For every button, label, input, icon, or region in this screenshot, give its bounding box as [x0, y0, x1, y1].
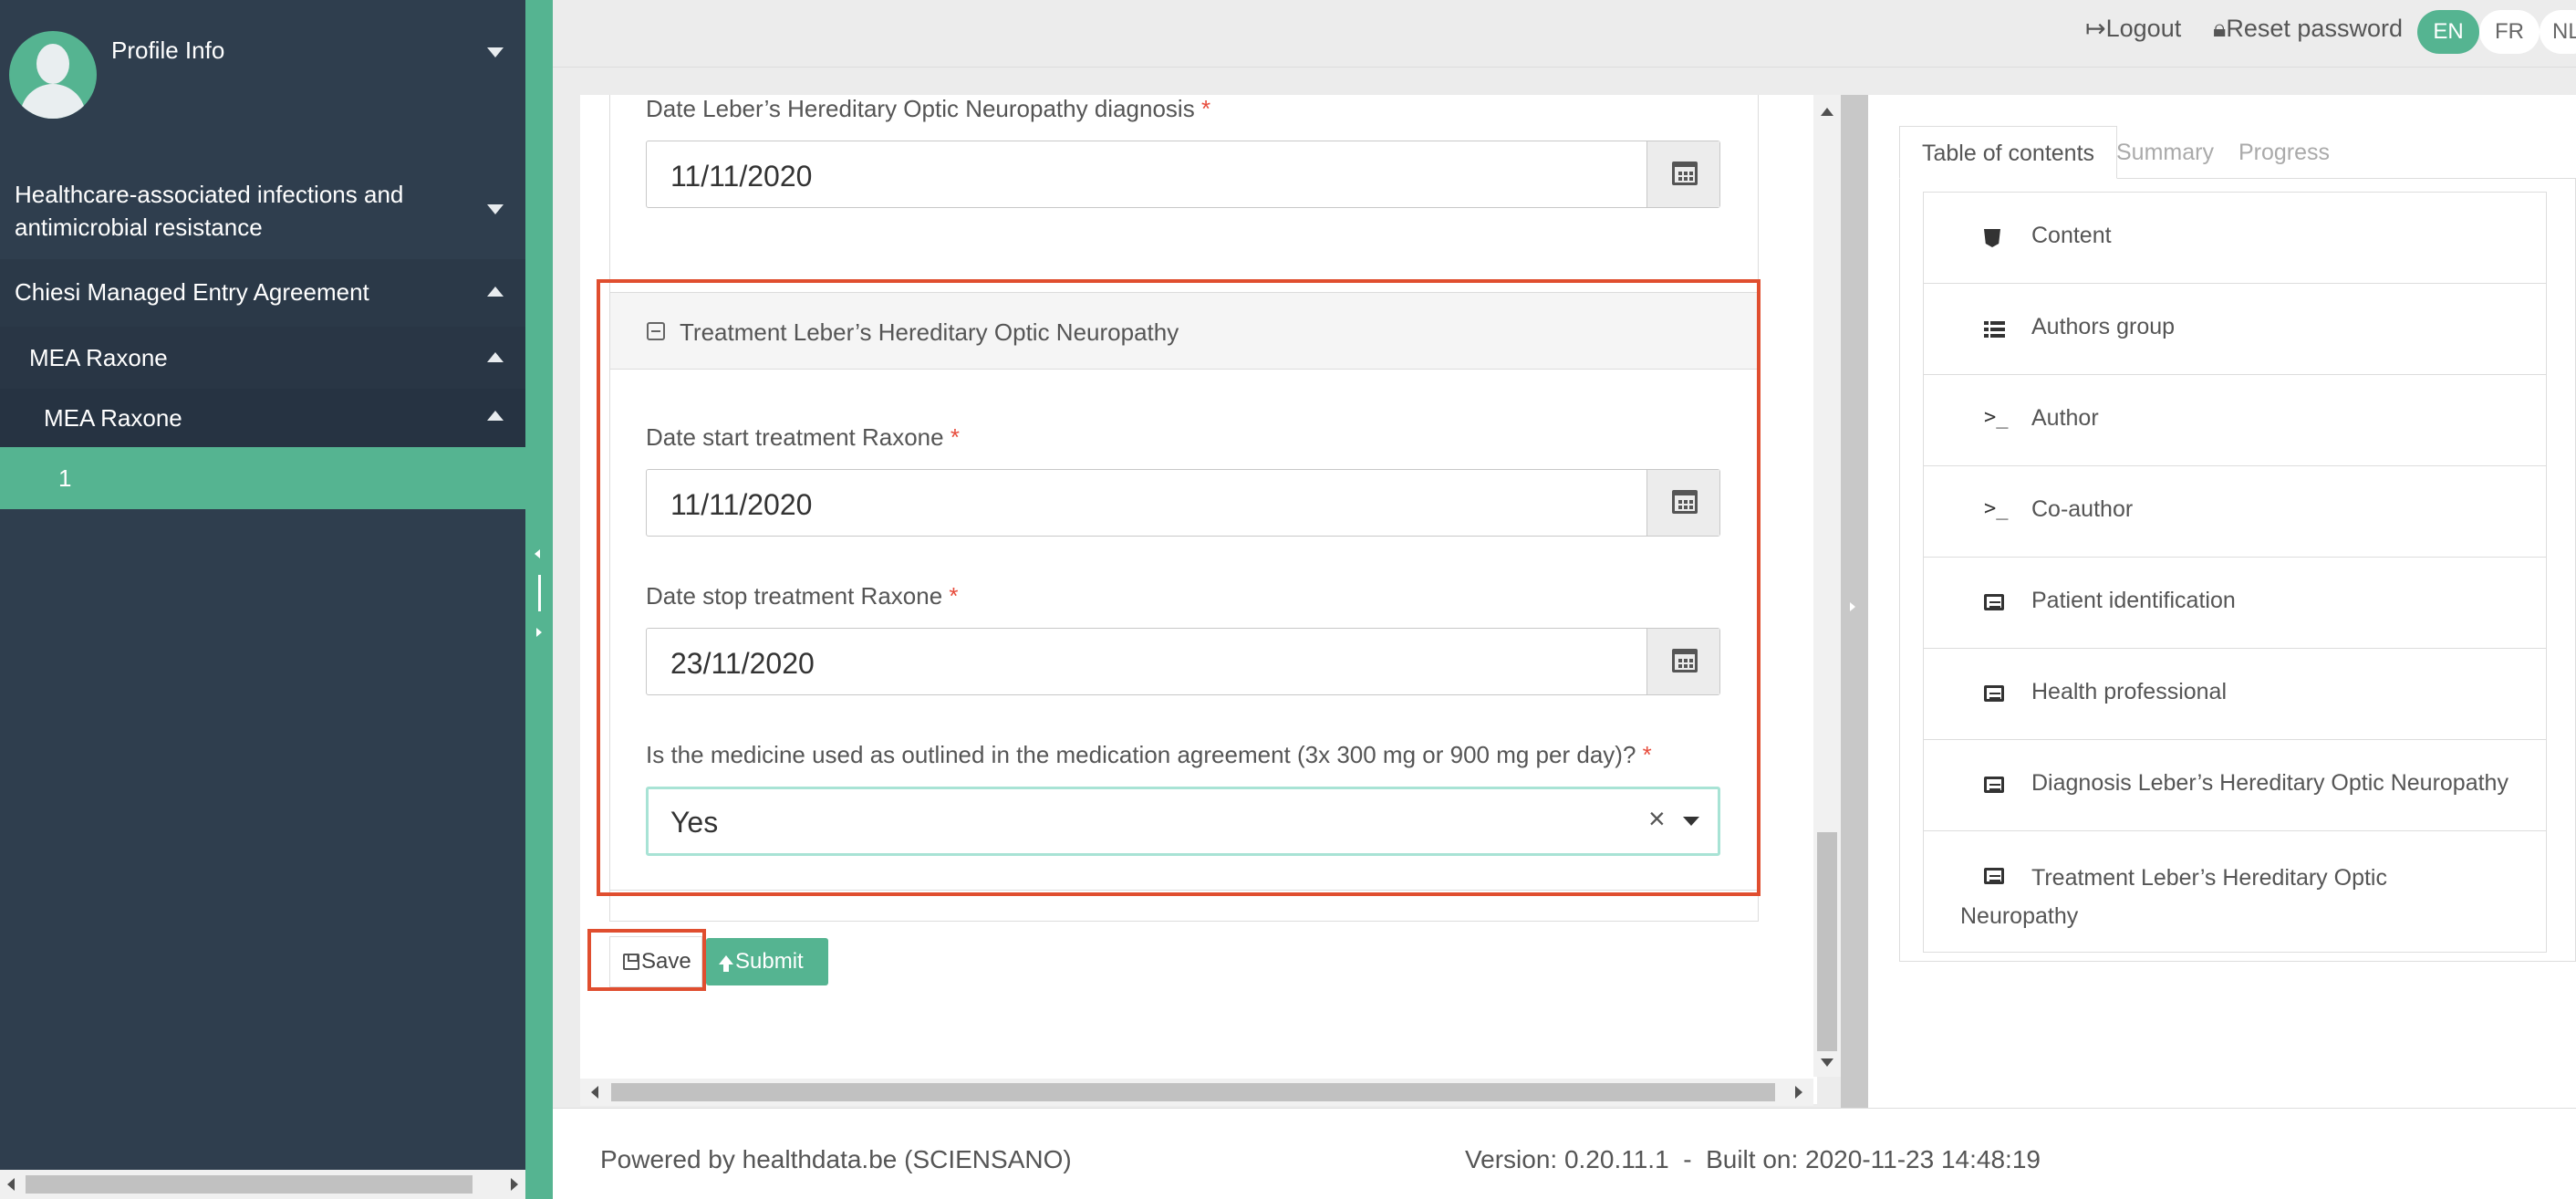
reset-password-link[interactable]: 🔒︎Reset password: [2213, 15, 2403, 44]
avatar: [9, 31, 97, 119]
diagnosis-date-field[interactable]: 11/11/2020: [646, 141, 1720, 208]
calendar-icon: [1672, 162, 1698, 185]
language-fr-button[interactable]: FR: [2479, 10, 2540, 54]
tab-summary[interactable]: Summary: [2094, 126, 2236, 179]
scroll-down-icon[interactable]: [1821, 1058, 1833, 1067]
highlight-box-save: [587, 929, 706, 991]
sidebar-item-mea-raxone-sub[interactable]: MEA Raxone: [0, 389, 525, 447]
diagnosis-date-value[interactable]: 11/11/2020: [670, 160, 812, 193]
chevron-up-icon: [487, 411, 504, 421]
right-pane-splitter[interactable]: [1841, 95, 1868, 1108]
toc-item-label: Patient identification: [2031, 588, 2236, 613]
chevron-down-icon: [487, 204, 504, 214]
sidebar-horizontal-scrollbar[interactable]: [0, 1170, 525, 1199]
html5-icon: [1984, 229, 2000, 247]
expand-right-icon[interactable]: [536, 628, 542, 637]
reset-password-label: Reset password: [2226, 15, 2403, 42]
sidebar-item-label: MEA Raxone: [44, 404, 182, 432]
toc-item-treatment[interactable]: Treatment Leber’s Hereditary Optic Neuro…: [1924, 831, 2546, 952]
submit-label: Submit: [735, 949, 804, 974]
powered-by-text: Powered by healthdata.be (SCIENSANO): [600, 1145, 1072, 1173]
profile-name: Profile Info: [111, 36, 225, 64]
toc-item-label: Author: [2031, 405, 2099, 431]
toc-item-label: Diagnosis Leber’s Hereditary Optic Neuro…: [2031, 770, 2508, 796]
collapse-left-icon[interactable]: [535, 549, 540, 558]
sidebar-item-healthcare-infections[interactable]: Healthcare-associated infections and ant…: [0, 161, 525, 259]
scroll-right-icon[interactable]: [511, 1178, 518, 1191]
sidebar-item-label: Chiesi Managed Entry Agreement: [15, 278, 369, 306]
terminal-icon: >_: [1984, 406, 2009, 429]
toc-item-label: Authors group: [2031, 314, 2176, 339]
logout-label: Logout: [2105, 15, 2182, 42]
chevron-down-icon[interactable]: [487, 47, 504, 57]
toc-item-label: Content: [2031, 223, 2112, 248]
right-pane-tabs: Table of contents Summary Progress: [1899, 126, 2576, 179]
toc-list: Content Authors group >_ Author >_ Co-auth…: [1923, 192, 2547, 953]
toc-item-health-professional[interactable]: Health professional: [1924, 649, 2546, 740]
sidebar-item-mea-raxone[interactable]: MEA Raxone: [0, 327, 525, 389]
diagnosis-date-label: Date Leber’s Hereditary Optic Neuropathy…: [646, 95, 1210, 123]
toc-item-authors-group[interactable]: Authors group: [1924, 284, 2546, 375]
form-horizontal-scrollbar[interactable]: [580, 1079, 1813, 1106]
calendar-button[interactable]: [1646, 141, 1719, 207]
logout-link[interactable]: ↦Logout: [2085, 15, 2181, 43]
list-alt-icon: [1984, 685, 2004, 702]
toc-item-label: Health professional: [2031, 679, 2228, 704]
submit-button[interactable]: Submit: [706, 938, 828, 985]
sidebar-item-label: Healthcare-associated infections and ant…: [15, 181, 404, 241]
sidebar-item-chiesi-mea[interactable]: Chiesi Managed Entry Agreement: [0, 259, 525, 327]
scroll-up-icon[interactable]: [1821, 108, 1833, 116]
toc-item-content[interactable]: Content: [1924, 193, 2546, 284]
toc-item-diagnosis[interactable]: Diagnosis Leber’s Hereditary Optic Neuro…: [1924, 740, 2546, 831]
sidebar-item-label: 1: [58, 464, 72, 492]
list-alt-icon: [1984, 777, 2004, 793]
profile-header[interactable]: Profile Info: [0, 0, 525, 146]
scrollbar-thumb[interactable]: [1817, 832, 1837, 1051]
sidebar-item-label: MEA Raxone: [29, 344, 168, 371]
list-icon: [1984, 320, 2006, 339]
scroll-right-icon[interactable]: [1795, 1086, 1802, 1099]
chevron-up-icon: [487, 352, 504, 362]
highlight-box-section: [597, 279, 1761, 896]
sidebar: Profile Info Healthcare-associated infec…: [0, 0, 525, 1199]
form-vertical-scrollbar[interactable]: [1813, 95, 1841, 1077]
top-bar: ↦Logout 🔒︎Reset password EN FR NL: [553, 0, 2576, 68]
version-text: Version: 0.20.11.1 - Built on: 2020-11-2…: [1465, 1145, 2041, 1173]
expand-right-icon[interactable]: [1850, 602, 1855, 611]
sidebar-item-1[interactable]: 1: [0, 447, 525, 509]
toc-item-author[interactable]: >_ Author: [1924, 375, 2546, 466]
upload-icon: [719, 955, 733, 972]
list-alt-icon: [1984, 594, 2004, 610]
scrollbar-thumb[interactable]: [611, 1083, 1775, 1101]
tab-table-of-contents[interactable]: Table of contents: [1899, 126, 2118, 179]
toc-item-label: Co-author: [2031, 496, 2134, 522]
language-en-button[interactable]: EN: [2417, 10, 2479, 54]
field-label-text: Date Leber’s Hereditary Optic Neuropathy…: [646, 95, 1195, 122]
toc-item-patient-identification[interactable]: Patient identification: [1924, 558, 2546, 649]
language-nl-button[interactable]: NL: [2540, 10, 2576, 54]
scroll-left-icon[interactable]: [591, 1086, 598, 1099]
toc-item-label: Treatment Leber’s Hereditary Optic Neuro…: [1960, 865, 2387, 929]
footer: Powered by healthdata.be (SCIENSANO) Ver…: [553, 1108, 2576, 1199]
terminal-icon: >_: [1984, 497, 2009, 520]
tab-progress[interactable]: Progress: [2217, 126, 2352, 179]
required-marker: *: [1200, 95, 1211, 122]
scrollbar-thumb[interactable]: [26, 1175, 473, 1194]
toc-item-co-author[interactable]: >_ Co-author: [1924, 466, 2546, 558]
scroll-left-icon[interactable]: [7, 1178, 15, 1191]
chevron-up-icon: [487, 287, 504, 297]
splitter-handle[interactable]: [538, 575, 541, 611]
